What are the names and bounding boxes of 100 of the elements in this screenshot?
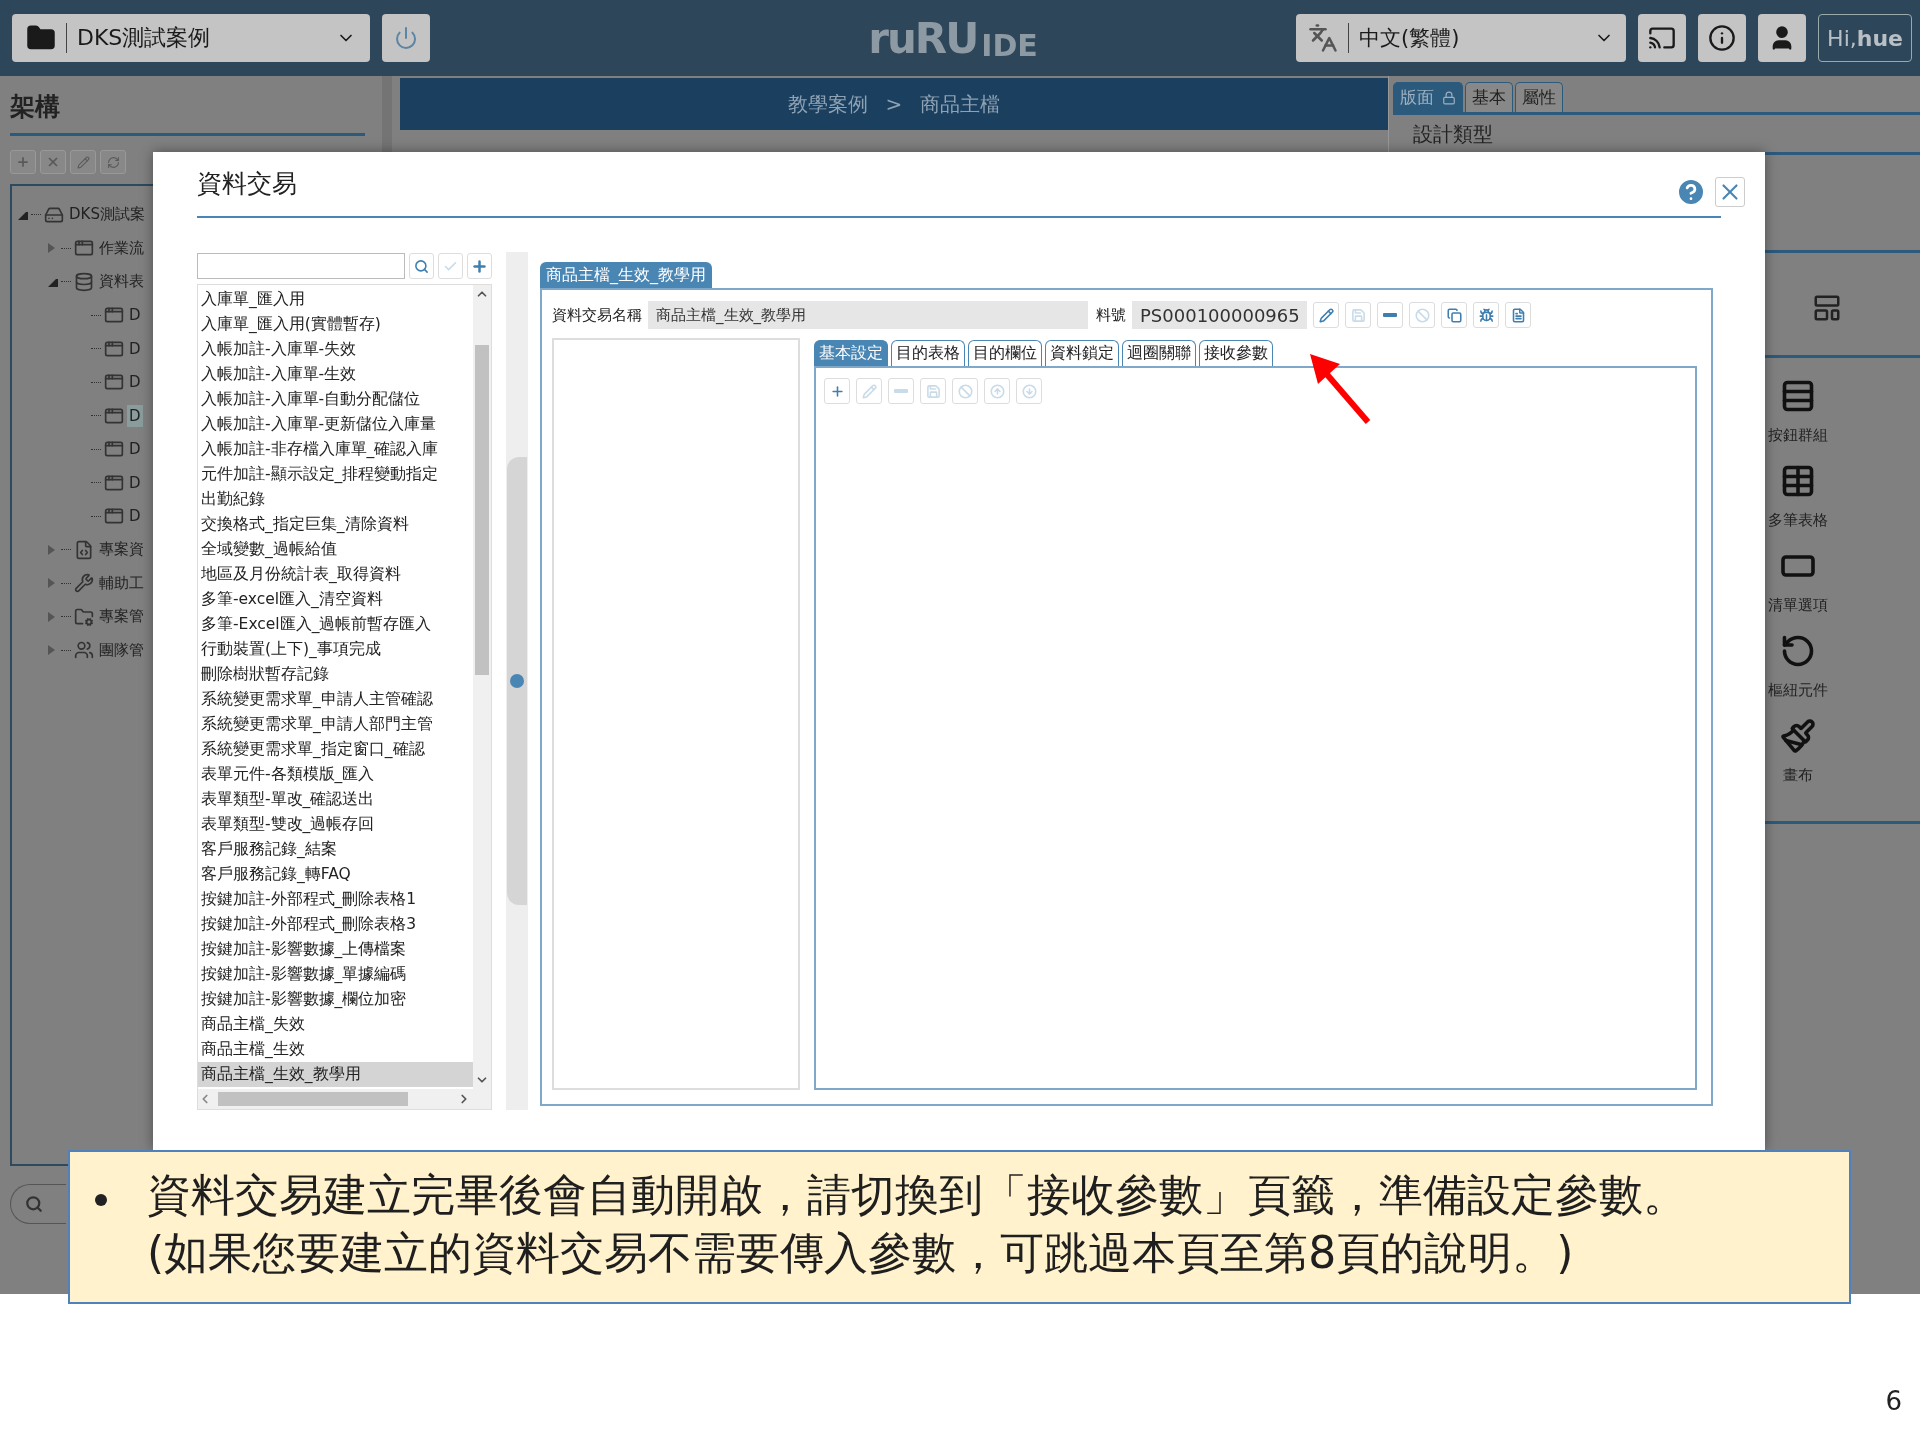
list-item[interactable]: 按鍵加註-影響數據_單據編碼 <box>198 962 473 987</box>
user-button[interactable] <box>1758 14 1807 62</box>
close-button[interactable] <box>1715 177 1745 207</box>
tab[interactable]: 資料鎖定 <box>1045 340 1119 366</box>
list-item[interactable]: 系統變更需求單_指定窗口_確認 <box>198 737 473 762</box>
power-button[interactable] <box>382 14 430 62</box>
list-item[interactable]: 全域變數_過帳給值 <box>198 537 473 562</box>
list-item[interactable]: 出勤紀錄 <box>198 487 473 512</box>
number-field[interactable]: PS000100000965 <box>1132 301 1307 329</box>
tree-item[interactable]: 輔助工 <box>97 571 146 595</box>
list-item[interactable]: 入帳加註-入庫單-自動分配儲位 <box>198 387 473 412</box>
info-button[interactable] <box>1698 14 1747 62</box>
search-button[interactable] <box>409 253 435 279</box>
list-item[interactable]: 客戶服務記錄_轉FAQ <box>198 862 473 887</box>
list-item[interactable]: 表單類型-雙改_過帳存回 <box>198 812 473 837</box>
scrollbar-thumb[interactable] <box>475 345 489 675</box>
field-label: 資料交易名稱 <box>552 305 642 325</box>
tree-item[interactable]: D <box>127 471 143 494</box>
copy-button[interactable] <box>1441 302 1467 328</box>
language-select[interactable]: 中文(繁體) <box>1296 14 1627 62</box>
list-item[interactable]: 多筆-excel匯入_清空資料 <box>198 587 473 612</box>
translate-icon <box>1308 23 1339 53</box>
list-item[interactable]: 入庫單_匯入用 <box>198 287 473 312</box>
search-icon <box>25 1195 43 1213</box>
list-item[interactable]: 入帳加註-非存檔入庫單_確認入庫 <box>198 437 473 462</box>
list-item[interactable]: 入庫單_匯入用(實體暫存) <box>198 312 473 337</box>
breadcrumb-item[interactable]: 商品主檔 <box>920 90 1001 118</box>
cast-button[interactable] <box>1638 14 1687 62</box>
tree-item[interactable]: DKS測試案 <box>67 203 147 227</box>
list-item[interactable]: 按鍵加註-外部程式_刪除表格3 <box>198 912 473 937</box>
paintbrush-icon[interactable] <box>1780 718 1816 754</box>
tree-item[interactable]: 作業流 <box>97 236 146 260</box>
horizontal-scrollbar[interactable] <box>198 1089 491 1109</box>
list-item[interactable]: 交換格式_指定巨集_清除資料 <box>198 512 473 537</box>
list-item[interactable]: 按鍵加註-影響數據_欄位加密 <box>198 987 473 1012</box>
list-item[interactable]: 入帳加註-入庫單-失效 <box>198 337 473 362</box>
list-item[interactable]: 按鍵加註-外部程式_刪除表格1 <box>198 887 473 912</box>
stacked-rows-icon[interactable] <box>1780 378 1816 414</box>
bug-icon <box>1478 307 1494 323</box>
vertical-scrollbar[interactable] <box>473 285 491 1089</box>
list-item[interactable]: 客戶服務記錄_結案 <box>198 837 473 862</box>
panel-tab[interactable]: 基本 <box>1465 82 1513 112</box>
tab[interactable]: 接收參數 <box>1199 340 1273 366</box>
tree-item[interactable]: 專案管 <box>97 605 146 629</box>
list-item[interactable]: 地區及月份統計表_取得資料 <box>198 562 473 587</box>
pencil-button[interactable] <box>1313 302 1339 328</box>
component-label: 樞紐元件 <box>1768 681 1828 700</box>
document-button[interactable] <box>1505 302 1531 328</box>
list-item[interactable]: 入帳加註-入庫單-生效 <box>198 362 473 387</box>
delete-button[interactable] <box>40 150 66 174</box>
tab[interactable]: 基本設定 <box>814 340 888 366</box>
list-item[interactable]: 系統變更需求單_申請人主管確認 <box>198 687 473 712</box>
breadcrumb-item[interactable]: 教學案例 <box>787 90 868 118</box>
list-item[interactable]: 入帳加註-入庫單-更新儲位入庫量 <box>198 412 473 437</box>
edit-button[interactable] <box>70 150 96 174</box>
splitter-handle[interactable] <box>507 457 527 905</box>
bug-button[interactable] <box>1473 302 1499 328</box>
list-item[interactable]: 元件加註-顯示設定_排程變動指定 <box>198 462 473 487</box>
layout-icon[interactable] <box>1812 293 1842 323</box>
list-item[interactable]: 系統變更需求單_申請人部門主管 <box>198 712 473 737</box>
project-select[interactable]: DKS測試案例 <box>12 14 370 62</box>
tree-item[interactable]: 專案資 <box>97 538 146 562</box>
save-icon <box>925 383 941 399</box>
rotate-icon[interactable] <box>1780 633 1816 669</box>
expand-toggle-icon[interactable] <box>48 276 58 287</box>
expand-toggle-icon[interactable] <box>18 209 28 220</box>
tree-item[interactable]: D <box>127 438 143 461</box>
list-item[interactable]: 多筆-Excel匯入_過帳前暫存匯入 <box>198 612 473 637</box>
list-item[interactable]: 刪除樹狀暫存記錄 <box>198 662 473 687</box>
list-item[interactable]: 按鍵加註-影響數據_上傳檔案 <box>198 937 473 962</box>
save-icon <box>1350 307 1366 323</box>
tab[interactable]: 目的欄位 <box>968 340 1042 366</box>
scrollbar-thumb[interactable] <box>218 1092 408 1106</box>
field-label: 料號 <box>1096 305 1126 325</box>
record-tab[interactable]: 商品主檔_生效_教學用 <box>540 262 712 288</box>
tab[interactable]: 迴圈關聯 <box>1122 340 1196 366</box>
list-item[interactable]: 行動裝置(上下)_事項完成 <box>198 637 473 662</box>
list-item[interactable]: 表單類型-單改_確認送出 <box>198 787 473 812</box>
tree-item[interactable]: 資料表 <box>97 270 146 294</box>
project-name: DKS測試案例 <box>77 24 211 52</box>
user-greeting[interactable]: Hi,hue <box>1818 14 1912 62</box>
add-button[interactable] <box>10 150 36 174</box>
list-item[interactable]: 商品主檔_失效 <box>198 1012 473 1037</box>
search-field[interactable] <box>197 253 406 279</box>
tree-item[interactable]: D <box>127 371 143 394</box>
tree-item[interactable]: D <box>127 337 143 360</box>
list-item[interactable]: 表單元件-各類模版_匯入 <box>198 762 473 787</box>
list-item[interactable]: 商品主檔_生效_教學用 <box>198 1062 473 1087</box>
minus-button[interactable] <box>1377 302 1403 328</box>
info-icon <box>1708 24 1737 52</box>
tab[interactable]: 目的表格 <box>891 340 965 366</box>
name-field[interactable]: 商品主檔_生效_教學用 <box>648 301 1088 329</box>
language-name: 中文(繁體) <box>1359 25 1460 52</box>
tree-item[interactable]: D <box>127 304 143 327</box>
tree-item[interactable]: D <box>127 505 143 528</box>
tree-item[interactable]: 團隊管 <box>97 638 146 662</box>
refresh-button[interactable] <box>100 150 126 174</box>
tree-item[interactable]: D <box>127 404 143 427</box>
list-item[interactable]: 商品主檔_生效 <box>198 1037 473 1062</box>
panel-tab[interactable]: 屬性 <box>1515 82 1563 112</box>
